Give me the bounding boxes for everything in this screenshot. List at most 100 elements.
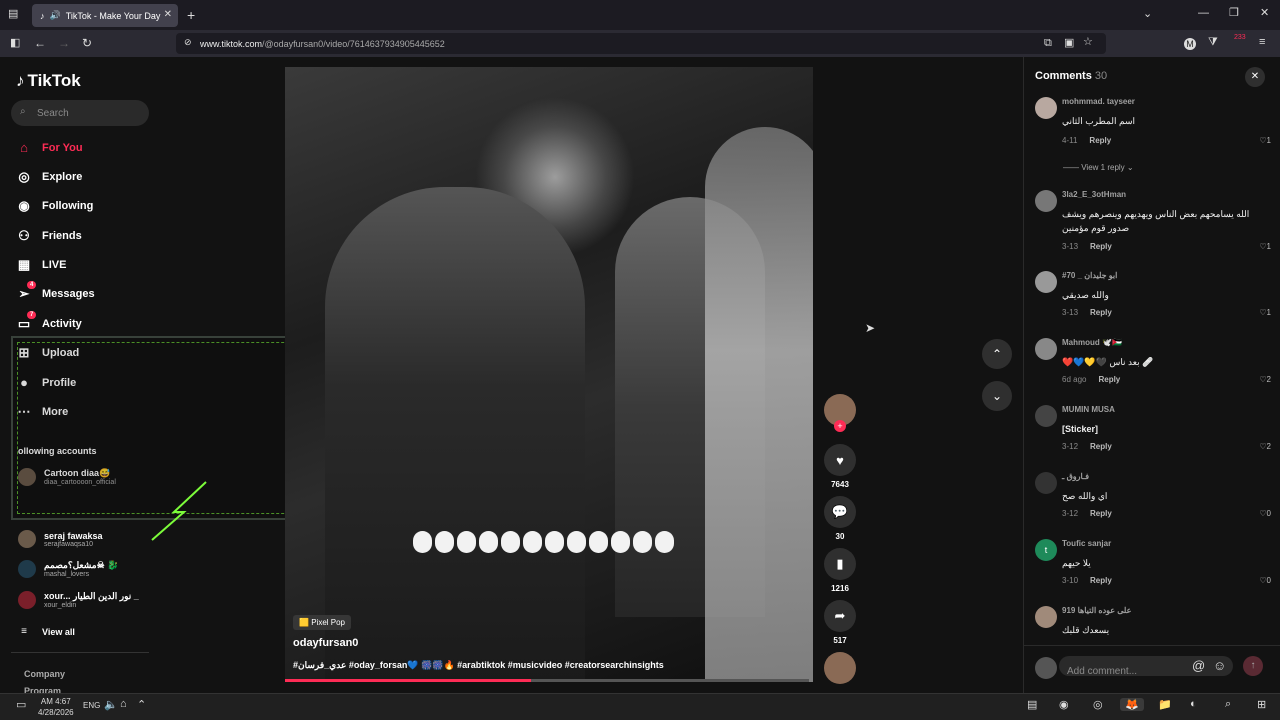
- tiktok-logo[interactable]: ♪ TikTok: [16, 71, 81, 91]
- app-icon[interactable]: ▤: [1027, 698, 1037, 711]
- account-item[interactable]: seraj fawaksa serajfawaqsa10: [18, 530, 103, 548]
- close-tab-icon[interactable]: ✕: [164, 9, 172, 20]
- comment-user[interactable]: #70 _ ابو جليدان: [1062, 271, 1117, 280]
- save-button[interactable]: ▮ 1216: [824, 548, 856, 593]
- close-window-icon[interactable]: ✕: [1260, 8, 1269, 19]
- video-author[interactable]: odayfursan0: [293, 637, 358, 649]
- edge-icon[interactable]: ◐: [1190, 698, 1197, 710]
- restore-icon[interactable]: ❐: [1229, 8, 1239, 19]
- reply-button[interactable]: Reply: [1090, 242, 1112, 251]
- comment-like[interactable]: ♡0: [1259, 509, 1271, 518]
- search-icon[interactable]: ⌕: [1225, 698, 1231, 711]
- reader-icon[interactable]: ▣: [1064, 38, 1074, 49]
- reply-button[interactable]: Reply: [1090, 442, 1112, 451]
- app-icon[interactable]: ◉: [1059, 698, 1069, 711]
- avatar[interactable]: [1035, 271, 1057, 293]
- nav-live[interactable]: ▦ LIVE: [16, 257, 67, 273]
- forward-icon[interactable]: →: [58, 37, 70, 49]
- firefox-icon[interactable]: 🦊: [1120, 698, 1144, 711]
- start-icon[interactable]: ⊞: [1257, 698, 1266, 711]
- effect-tag[interactable]: 🟨 Pixel Pop: [293, 615, 351, 630]
- view-all-link[interactable]: ≡ View all: [16, 626, 75, 637]
- bookmark-star-icon[interactable]: ☆: [1083, 37, 1093, 48]
- nav-friends[interactable]: ⚇ Friends: [16, 228, 82, 244]
- nav-following[interactable]: ◉ Following: [16, 198, 93, 214]
- sidebar-toggle-icon[interactable]: ◧: [10, 38, 20, 49]
- video-caption[interactable]: #عدي_فرسان #oday_forsan💙 🎆🎆🔥 #arabtiktok…: [293, 660, 664, 671]
- nav-messages[interactable]: ➢ 4 Messages: [16, 281, 95, 302]
- comment-like[interactable]: ♡2: [1259, 442, 1271, 451]
- comment-user[interactable]: mohmmad. tayseer: [1062, 97, 1135, 106]
- previous-video-button[interactable]: ⌃: [982, 339, 1012, 369]
- view-replies-link[interactable]: —— View 1 reply ⌄: [1063, 163, 1134, 172]
- video-progress-bar[interactable]: [285, 679, 809, 682]
- search-input[interactable]: ⌕ Search: [11, 100, 149, 126]
- notification-icon[interactable]: ▭: [16, 698, 26, 711]
- file-explorer-icon[interactable]: 📁: [1158, 698, 1172, 711]
- url-field[interactable]: ⊘ www.tiktok.com/@odayfursan0/video/7614…: [176, 33, 1106, 54]
- next-video-button[interactable]: ⌄: [982, 381, 1012, 411]
- back-icon[interactable]: ←: [34, 37, 46, 49]
- reload-icon[interactable]: ↻: [82, 37, 92, 49]
- comment-user[interactable]: فـاروق ـ: [1062, 472, 1089, 481]
- comment-like[interactable]: ♡1: [1259, 308, 1271, 317]
- mention-icon[interactable]: @: [1192, 659, 1205, 672]
- avatar[interactable]: [1035, 405, 1057, 427]
- extensions-icon[interactable]: ⧩: [1208, 37, 1218, 48]
- like-button[interactable]: ♥ 7643: [824, 444, 856, 489]
- minimize-icon[interactable]: —: [1198, 8, 1209, 19]
- site-info-icon[interactable]: ⊘: [184, 38, 192, 47]
- comment-user[interactable]: Mahmoud 🕊️🇯🇴: [1062, 338, 1122, 347]
- nav-activity[interactable]: ▭ 7 Activity: [16, 311, 82, 332]
- speaker-icon[interactable]: 🔊: [50, 10, 61, 21]
- emoji-icon[interactable]: ☺: [1213, 659, 1226, 672]
- avatar[interactable]: [1035, 190, 1057, 212]
- company-link[interactable]: Company: [24, 669, 65, 679]
- comment-like[interactable]: ♡0: [1259, 576, 1271, 585]
- comment-user[interactable]: 3la2_E_3otHman: [1062, 190, 1126, 199]
- app-icon[interactable]: ◎: [1093, 698, 1103, 711]
- post-comment-button[interactable]: ↑: [1243, 656, 1263, 676]
- avatar[interactable]: [1035, 606, 1057, 628]
- comment-user[interactable]: Toufic sanjar: [1062, 539, 1111, 548]
- creator-avatar-button[interactable]: +: [824, 394, 856, 432]
- comment-like[interactable]: ♡1: [1259, 136, 1271, 145]
- activity-icon: ▭ 7: [16, 311, 37, 332]
- avatar[interactable]: t: [1035, 539, 1057, 561]
- reply-button[interactable]: Reply: [1090, 509, 1112, 518]
- chevron-down-icon[interactable]: ⌄: [1143, 9, 1152, 20]
- nav-for-you[interactable]: ⌂ For You: [16, 140, 82, 155]
- reply-button[interactable]: Reply: [1089, 136, 1111, 145]
- tab-list-icon[interactable]: ▤: [8, 9, 18, 20]
- nav-explore[interactable]: ◎ Explore: [16, 169, 82, 185]
- comment-like[interactable]: ♡1: [1259, 242, 1271, 251]
- video-player[interactable]: 🟨 Pixel Pop odayfursan0 #عدي_فرسان #oday…: [285, 67, 813, 682]
- chevron-up-icon[interactable]: ⌃: [137, 698, 146, 711]
- extension-badge[interactable]: 233: [1234, 34, 1246, 41]
- volume-icon[interactable]: 🔈: [104, 698, 118, 711]
- comment-button[interactable]: 💬 30: [824, 496, 856, 541]
- reply-button[interactable]: Reply: [1090, 308, 1112, 317]
- avatar[interactable]: [1035, 97, 1057, 119]
- new-tab-icon[interactable]: +: [187, 8, 195, 22]
- menu-icon[interactable]: ≡: [1259, 37, 1265, 48]
- browser-tab[interactable]: ♪ 🔊 TikTok - Make Your Day ✕: [32, 4, 178, 27]
- account-icon[interactable]: M: [1184, 38, 1196, 50]
- picture-in-picture-icon[interactable]: ⧉: [1044, 38, 1052, 49]
- avatar[interactable]: [1035, 472, 1057, 494]
- language-indicator[interactable]: ENG: [83, 701, 100, 710]
- comment-user[interactable]: 919 على عوده التياها: [1062, 606, 1131, 615]
- close-comments-button[interactable]: ✕: [1245, 67, 1265, 87]
- reply-button[interactable]: Reply: [1090, 576, 1112, 585]
- clock[interactable]: AM 4:67 4/28/2026: [38, 696, 74, 718]
- reply-button[interactable]: Reply: [1098, 375, 1120, 384]
- network-icon[interactable]: ⌂: [120, 698, 127, 710]
- account-item[interactable]: مشعل؟مصمم☠ 🐉 mashal_lovers: [18, 560, 118, 578]
- account-item[interactable]: xour... نور الدين الطيار _ xour_eldin: [18, 591, 139, 609]
- follow-plus-icon[interactable]: +: [834, 420, 846, 432]
- comment-user[interactable]: MUMIN MUSA: [1062, 405, 1115, 414]
- avatar[interactable]: [1035, 338, 1057, 360]
- comment-like[interactable]: ♡2: [1259, 375, 1271, 384]
- share-button[interactable]: ➦ 517: [824, 600, 856, 645]
- music-disc-button[interactable]: [824, 652, 856, 684]
